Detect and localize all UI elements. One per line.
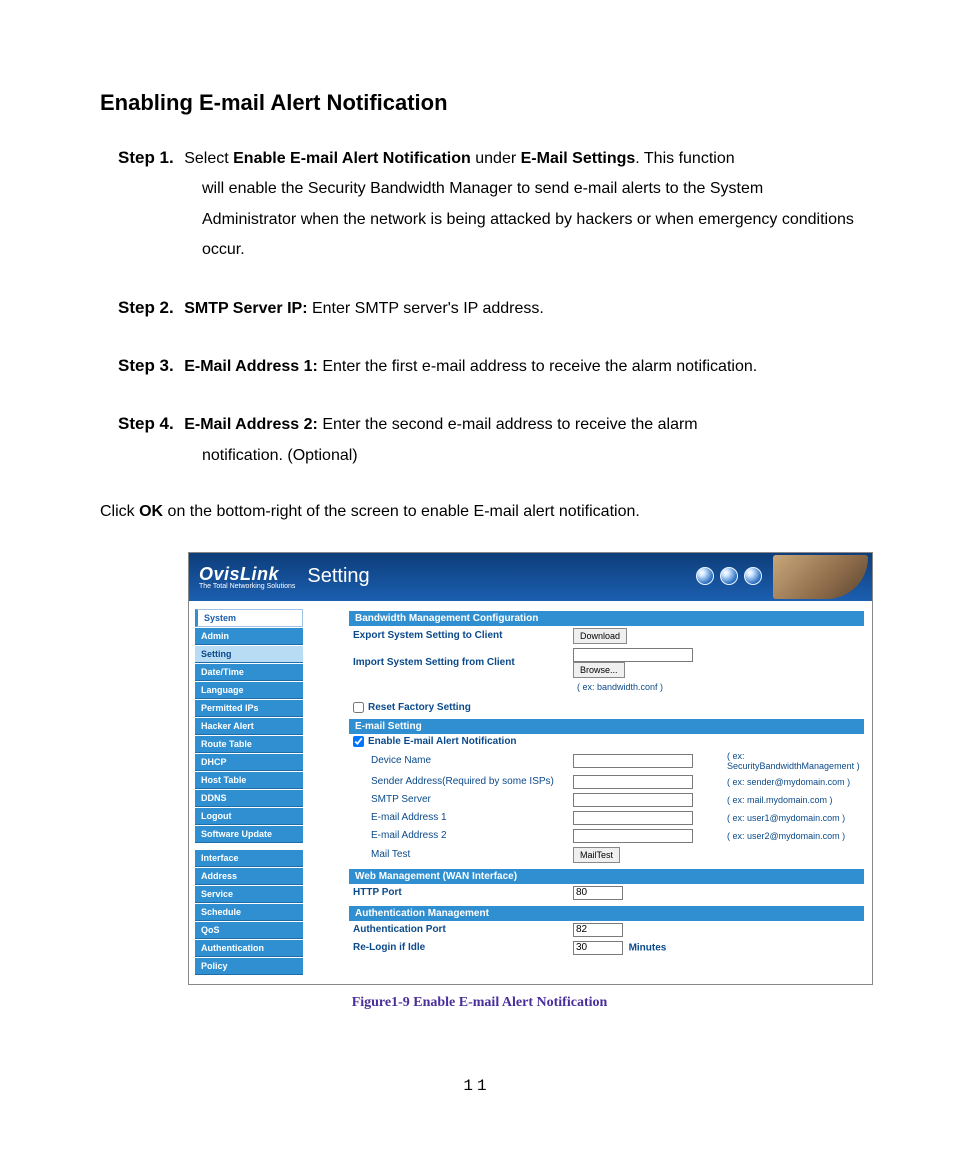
click-ok-line: Click OK on the bottom-right of the scre… — [100, 497, 859, 527]
http-port-input[interactable] — [573, 886, 623, 900]
browse-button[interactable]: Browse... — [573, 662, 625, 678]
step-2: Step 2. SMTP Server IP: Enter SMTP serve… — [118, 292, 859, 324]
globe-icons — [696, 567, 762, 585]
screenshot-header: OvisLink The Total Networking Solutions … — [189, 553, 872, 601]
sidebar-item-host-table[interactable]: Host Table — [195, 772, 303, 789]
sidebar-item-address[interactable]: Address — [195, 868, 303, 885]
step-3-post: Enter the first e-mail address to receiv… — [318, 358, 757, 375]
sidebar-item-route-table[interactable]: Route Table — [195, 736, 303, 753]
smtp-label: SMTP Server — [353, 794, 573, 805]
page-title: Enabling E-mail Alert Notification — [100, 90, 859, 116]
sidebar-item-interface[interactable]: Interface — [195, 850, 303, 867]
smtp-input[interactable] — [573, 793, 693, 807]
download-button[interactable]: Download — [573, 628, 627, 644]
step-1-label: Step 1. — [118, 148, 174, 167]
mailtest-button[interactable]: MailTest — [573, 847, 620, 863]
section-web-title: Web Management (WAN Interface) — [349, 869, 864, 884]
auth-port-label: Authentication Port — [353, 924, 573, 935]
sidebar-item-logout[interactable]: Logout — [195, 808, 303, 825]
step-4-post: Enter the second e-mail address to recei… — [318, 416, 698, 433]
email2-input[interactable] — [573, 829, 693, 843]
section-bw-title: Bandwidth Management Configuration — [349, 611, 864, 626]
sidebar-item-ddns[interactable]: DDNS — [195, 790, 303, 807]
globe-icon — [696, 567, 714, 585]
auth-port-input[interactable] — [573, 923, 623, 937]
sender-hint: ( ex: sender@mydomain.com ) — [723, 777, 864, 787]
sidebar-item-setting[interactable]: Setting — [195, 646, 303, 663]
brand: OvisLink The Total Networking Solutions — [189, 564, 295, 590]
screenshot-figure: OvisLink The Total Networking Solutions … — [188, 552, 873, 985]
sidebar-system[interactable]: System — [195, 609, 303, 627]
sidebar-item-service[interactable]: Service — [195, 886, 303, 903]
section-email-title: E-mail Setting — [349, 719, 864, 734]
step-2-post: Enter SMTP server's IP address. — [308, 300, 544, 317]
header-title: Setting — [307, 565, 369, 588]
sidebar-item-permitted-ips[interactable]: Permitted IPs — [195, 700, 303, 717]
relogin-unit: Minutes — [629, 942, 667, 953]
globe-icon — [744, 567, 762, 585]
email1-hint: ( ex: user1@mydomain.com ) — [723, 813, 864, 823]
step-1-mid: under — [471, 150, 521, 167]
sidebar-item-qos[interactable]: QoS — [195, 922, 303, 939]
step-1-pre: Select — [184, 150, 233, 167]
globe-icon — [720, 567, 738, 585]
device-name-input[interactable] — [573, 754, 693, 768]
device-name-hint: ( ex: SecurityBandwidthManagement ) — [723, 751, 864, 771]
step-3: Step 3. E-Mail Address 1: Enter the firs… — [118, 350, 859, 382]
reset-checkbox[interactable] — [353, 702, 364, 713]
brand-tagline: The Total Networking Solutions — [199, 583, 295, 590]
email1-label: E-mail Address 1 — [353, 812, 573, 823]
step-1-bold2: E-Mail Settings — [521, 150, 636, 167]
step-1-cont: will enable the Security Bandwidth Manag… — [202, 174, 859, 265]
relogin-input[interactable] — [573, 941, 623, 955]
email2-label: E-mail Address 2 — [353, 830, 573, 841]
step-1: Step 1. Select Enable E-mail Alert Notif… — [118, 142, 859, 266]
click-ok-pre: Click — [100, 503, 139, 520]
step-4-cont: notification. (Optional) — [202, 441, 859, 471]
page-number: 11 — [0, 1077, 954, 1095]
device-name-label: Device Name — [353, 755, 573, 766]
import-label: Import System Setting from Client — [353, 657, 573, 668]
sidebar-item-hacker-alert[interactable]: Hacker Alert — [195, 718, 303, 735]
step-4-bold1: E-Mail Address 2: — [184, 416, 318, 433]
sidebar-item-datetime[interactable]: Date/Time — [195, 664, 303, 681]
smtp-hint: ( ex: mail.mydomain.com ) — [723, 795, 864, 805]
brand-logo: OvisLink — [199, 564, 279, 584]
section-auth-title: Authentication Management — [349, 906, 864, 921]
sidebar: System Admin Setting Date/Time Language … — [189, 601, 309, 984]
import-hint: ( ex: bandwidth.conf ) — [573, 682, 864, 692]
sidebar-item-authentication[interactable]: Authentication — [195, 940, 303, 957]
step-4: Step 4. E-Mail Address 2: Enter the seco… — [118, 408, 859, 471]
enable-email-checkbox[interactable] — [353, 736, 364, 747]
enable-email-label: Enable E-mail Alert Notification — [368, 736, 517, 747]
step-4-label: Step 4. — [118, 414, 174, 433]
header-photo — [773, 555, 868, 599]
figure-caption: Figure1-9 Enable E-mail Alert Notificati… — [100, 995, 859, 1011]
http-port-label: HTTP Port — [353, 887, 573, 898]
sidebar-item-language[interactable]: Language — [195, 682, 303, 699]
click-ok-bold: OK — [139, 503, 163, 520]
step-2-label: Step 2. — [118, 298, 174, 317]
step-1-bold1: Enable E-mail Alert Notification — [233, 150, 471, 167]
email2-hint: ( ex: user2@mydomain.com ) — [723, 831, 864, 841]
email1-input[interactable] — [573, 811, 693, 825]
sidebar-item-software-update[interactable]: Software Update — [195, 826, 303, 843]
relogin-label: Re-Login if Idle — [353, 942, 573, 953]
sidebar-item-admin[interactable]: Admin — [195, 628, 303, 645]
main-panel: Bandwidth Management Configuration Expor… — [309, 601, 872, 984]
export-label: Export System Setting to Client — [353, 630, 573, 641]
import-file-input[interactable] — [573, 648, 693, 662]
step-1-post: . This function — [635, 150, 734, 167]
sidebar-item-policy[interactable]: Policy — [195, 958, 303, 975]
mailtest-label: Mail Test — [353, 849, 573, 860]
step-3-label: Step 3. — [118, 356, 174, 375]
reset-label: Reset Factory Setting — [368, 702, 471, 713]
step-3-bold1: E-Mail Address 1: — [184, 358, 318, 375]
sidebar-item-schedule[interactable]: Schedule — [195, 904, 303, 921]
click-ok-post: on the bottom-right of the screen to ena… — [163, 503, 640, 520]
sender-input[interactable] — [573, 775, 693, 789]
sidebar-item-dhcp[interactable]: DHCP — [195, 754, 303, 771]
sender-label: Sender Address(Required by some ISPs) — [353, 776, 573, 787]
step-2-bold1: SMTP Server IP: — [184, 300, 307, 317]
